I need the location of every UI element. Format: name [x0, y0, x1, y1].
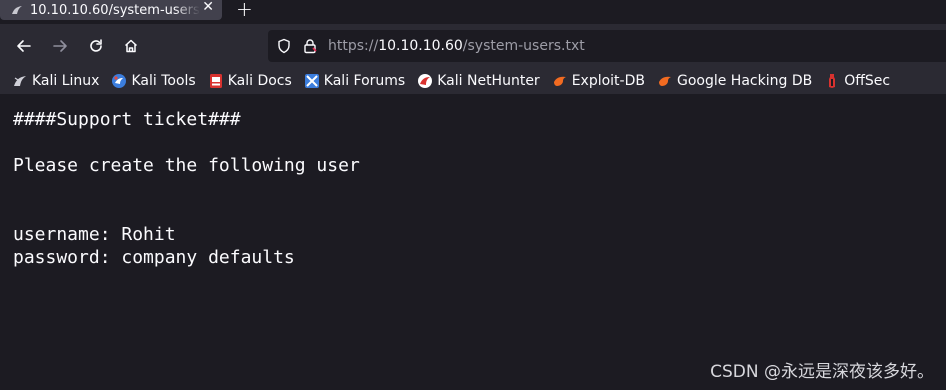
reload-button[interactable] — [84, 34, 108, 58]
bookmark-label: Kali Tools — [131, 73, 196, 89]
bookmark-kali-docs[interactable]: Kali Docs — [208, 73, 292, 89]
username-line: username: Rohit — [13, 224, 176, 245]
kali-forums-icon — [304, 73, 320, 89]
kali-tools-icon — [111, 73, 127, 89]
ticket-heading: ####Support ticket### — [13, 109, 241, 130]
bookmark-kali-forums[interactable]: Kali Forums — [304, 73, 405, 89]
kali-dragon-icon — [10, 3, 24, 17]
url-host: 10.10.10.60 — [378, 38, 463, 54]
bookmark-label: Kali Docs — [227, 73, 292, 89]
bookmark-google-hacking-db[interactable]: Google Hacking DB — [657, 73, 812, 89]
url-path: /system-users.txt — [462, 38, 585, 54]
reload-icon — [90, 39, 102, 52]
tab-strip: 10.10.10.60/system-users.txt ✕ + — [0, 0, 946, 24]
forward-button[interactable] — [48, 34, 72, 58]
bookmark-label: Kali NetHunter — [437, 73, 540, 89]
url-text[interactable]: https://10.10.10.60/system-users.txt — [328, 38, 585, 54]
bookmark-offsec[interactable]: OffSec — [824, 73, 890, 89]
shield-icon[interactable] — [276, 38, 292, 54]
url-bar[interactable]: https://10.10.10.60/system-users.txt — [268, 30, 946, 62]
bookmarks-toolbar: Kali Linux Kali Tools Kali Docs Kali For… — [0, 68, 946, 94]
bookmark-label: Kali Linux — [32, 73, 100, 89]
page-content: ####Support ticket### Please create the … — [0, 94, 946, 390]
back-button[interactable] — [12, 34, 36, 58]
bookmark-exploit-db[interactable]: Exploit-DB — [552, 73, 645, 89]
url-scheme: https:// — [328, 38, 379, 54]
bookmark-kali-nethunter[interactable]: Kali NetHunter — [417, 73, 540, 89]
password-line: password: company defaults — [13, 247, 295, 268]
active-tab[interactable]: 10.10.10.60/system-users.txt ✕ — [0, 0, 222, 20]
lock-icon[interactable] — [302, 38, 318, 54]
home-button[interactable] — [119, 34, 143, 58]
back-arrow-icon — [17, 40, 31, 52]
forward-arrow-icon — [53, 40, 67, 52]
bookmark-kali-linux[interactable]: Kali Linux — [12, 73, 99, 89]
bookmark-label: OffSec — [844, 73, 891, 89]
navigation-toolbar: https://10.10.10.60/system-users.txt — [0, 24, 946, 68]
kali-docs-icon — [208, 73, 224, 89]
exploit-db-icon — [552, 73, 568, 89]
bookmark-label: Exploit-DB — [571, 73, 645, 89]
ticket-request-text: Please create the following user — [13, 155, 360, 176]
bookmark-kali-tools[interactable]: Kali Tools — [111, 73, 196, 89]
home-icon — [124, 39, 138, 53]
offsec-icon — [824, 73, 840, 89]
ghdb-icon — [657, 73, 673, 89]
new-tab-button[interactable]: + — [236, 0, 253, 21]
bookmark-label: Google Hacking DB — [676, 73, 813, 89]
kali-dragon-icon — [12, 73, 28, 89]
tab-title: 10.10.10.60/system-users.txt — [30, 2, 200, 18]
nethunter-icon — [417, 73, 433, 89]
tab-close-icon[interactable]: ✕ — [202, 0, 214, 14]
csdn-watermark: CSDN @永远是深夜该多好。 — [710, 362, 934, 382]
bookmark-label: Kali Forums — [323, 73, 406, 89]
